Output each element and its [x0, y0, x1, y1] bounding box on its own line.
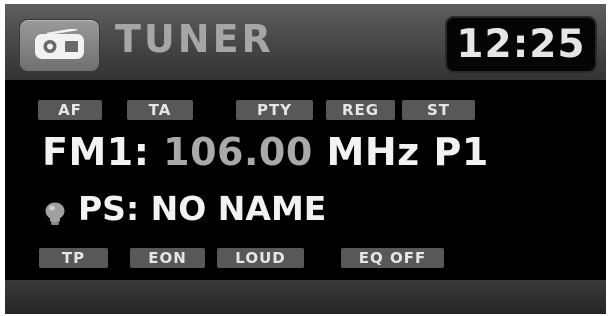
eq-indicator: EQ OFF: [341, 248, 444, 268]
radio-icon: [35, 29, 84, 59]
band-label: FM1:: [42, 130, 150, 174]
clock-display: 12:25: [445, 16, 597, 73]
frequency-unit: MHz: [326, 130, 420, 174]
frequency-value: 106.00: [163, 130, 313, 174]
ps-name: PS: NO NAME: [78, 189, 327, 228]
af-indicator: AF: [38, 100, 102, 120]
tp-indicator: TP: [39, 248, 108, 268]
eon-indicator: EON: [130, 248, 205, 268]
header-bar: TUNER 12:25: [5, 4, 606, 80]
bulb-icon: [45, 202, 65, 225]
frequency-display: FM1: 106.00 MHz P1: [42, 130, 489, 174]
bottom-bar: [5, 280, 606, 314]
pty-indicator: PTY: [236, 100, 313, 120]
tuner-screen: TUNER 12:25 AF TA PTY REG ST FM1: 106.00…: [5, 4, 606, 314]
page-title: TUNER: [115, 17, 274, 61]
preset-label: P1: [433, 130, 489, 174]
loud-indicator: LOUD: [217, 248, 304, 268]
ta-indicator: TA: [127, 100, 193, 120]
reg-indicator: REG: [326, 100, 395, 120]
radio-source-button[interactable]: [19, 19, 100, 72]
st-indicator: ST: [402, 100, 475, 120]
